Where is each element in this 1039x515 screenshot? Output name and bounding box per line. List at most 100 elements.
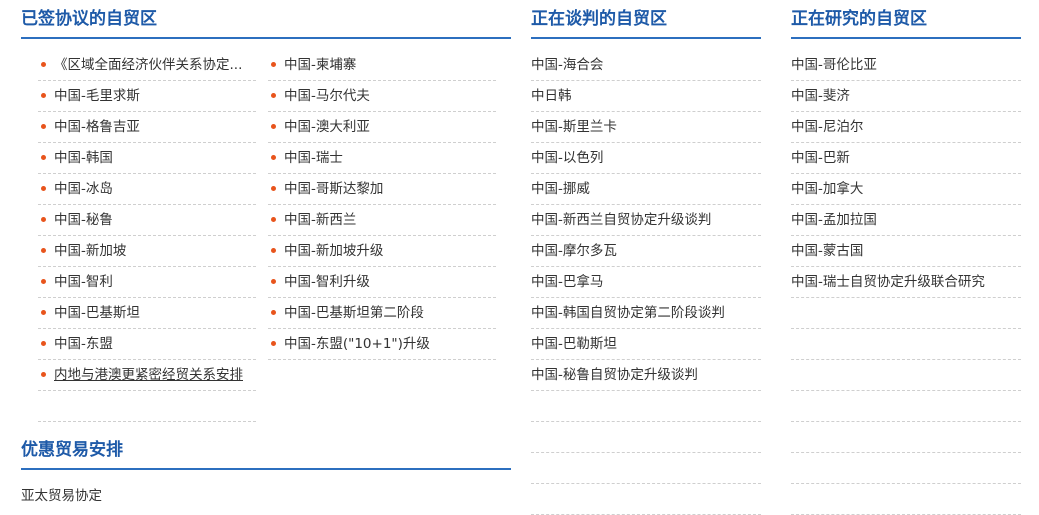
- list-item[interactable]: 中国-新加坡升级: [268, 236, 496, 267]
- list-item-label: 中国-冰岛: [54, 181, 113, 197]
- list-item-label: 中国-东盟("10+1")升级: [284, 336, 430, 352]
- list-item[interactable]: 中国-新西兰: [268, 205, 496, 236]
- list-item[interactable]: 中国-巴拿马: [531, 267, 761, 298]
- list-item[interactable]: 中国-挪威: [531, 174, 761, 205]
- bullet-icon: [41, 62, 46, 67]
- empty-row: [531, 391, 761, 422]
- empty-row: [791, 422, 1021, 453]
- bullet-icon: [271, 279, 276, 284]
- list-item[interactable]: 中国-巴基斯坦第二阶段: [268, 298, 496, 329]
- list-item-label: 《区域全面经济伙伴关系协定...: [54, 57, 243, 73]
- list-item[interactable]: 中国-澳大利亚: [268, 112, 496, 143]
- bullet-icon: [271, 93, 276, 98]
- empty-row: [791, 360, 1021, 391]
- list-item-label: 中国-瑞士: [284, 150, 343, 166]
- list-item[interactable]: 中国-哥斯达黎加: [268, 174, 496, 205]
- bullet-icon: [41, 155, 46, 160]
- list-item-label: 中国-孟加拉国: [791, 212, 877, 228]
- empty-row: [38, 391, 256, 422]
- bullet-icon: [271, 186, 276, 191]
- list-item[interactable]: 中国-巴勒斯坦: [531, 329, 761, 360]
- list-item[interactable]: 中国-智利升级: [268, 267, 496, 298]
- bullet-icon: [41, 124, 46, 129]
- list-item[interactable]: 中国-斐济: [791, 81, 1021, 112]
- list-item[interactable]: 《区域全面经济伙伴关系协定...: [38, 50, 256, 81]
- bullet-icon: [41, 310, 46, 315]
- list-item[interactable]: 中国-巴基斯坦: [38, 298, 256, 329]
- list-item[interactable]: 中国-东盟: [38, 329, 256, 360]
- signed-fta-list-right: 中国-柬埔寨 中国-马尔代夫 中国-澳大利亚 中国-瑞士 中国-哥斯达黎加 中国-新西兰中…: [268, 50, 496, 360]
- bullet-icon: [271, 341, 276, 346]
- list-item[interactable]: 中国-格鲁吉亚: [38, 112, 256, 143]
- list-item[interactable]: 中国-蒙古国: [791, 236, 1021, 267]
- list-item[interactable]: 中国-冰岛: [38, 174, 256, 205]
- signed-fta-underline: [21, 37, 511, 39]
- bullet-icon: [41, 217, 46, 222]
- empty-row: [791, 298, 1021, 329]
- list-item-label: 中国-巴拿马: [531, 274, 604, 290]
- list-item-label: 中国-以色列: [531, 150, 604, 166]
- list-item[interactable]: 中国-东盟("10+1")升级: [268, 329, 496, 360]
- list-item[interactable]: 中国-新加坡: [38, 236, 256, 267]
- list-item[interactable]: 中国-智利: [38, 267, 256, 298]
- list-item-label: 中国-智利: [54, 274, 113, 290]
- negotiating-fta-list: 中国-海合会 中日韩中国-斯里兰卡中国-以色列中国-挪威中国-新西兰自贸协定升级谈…: [531, 50, 761, 515]
- empty-row: [531, 422, 761, 453]
- signed-fta-title: 已签协议的自贸区: [21, 9, 157, 29]
- list-item[interactable]: 中国-瑞士: [268, 143, 496, 174]
- list-item[interactable]: 中国-秘鲁自贸协定升级谈判: [531, 360, 761, 391]
- list-item[interactable]: 中国-秘鲁: [38, 205, 256, 236]
- empty-row: [531, 484, 761, 515]
- signed-fta-list-left: 《区域全面经济伙伴关系协定... 中国-毛里求斯中国-格鲁吉亚 中国-韩国中国-冰岛…: [38, 50, 256, 422]
- list-item-label: 中国-新加坡升级: [284, 243, 384, 259]
- list-item[interactable]: 中国-哥伦比亚: [791, 50, 1021, 81]
- list-item-label: 中国-巴新: [791, 150, 850, 166]
- list-item[interactable]: 中国-巴新: [791, 143, 1021, 174]
- list-item[interactable]: 中日韩: [531, 81, 761, 112]
- researching-fta-title: 正在研究的自贸区: [791, 9, 927, 29]
- bullet-icon: [41, 248, 46, 253]
- list-item[interactable]: 中国-马尔代夫: [268, 81, 496, 112]
- bullet-icon: [271, 310, 276, 315]
- bullet-icon: [41, 186, 46, 191]
- list-item-label: 中国-新西兰自贸协定升级谈判: [531, 212, 712, 228]
- list-item[interactable]: 内地与港澳更紧密经贸关系安排: [38, 360, 256, 391]
- preferential-trade-item[interactable]: 亚太贸易协定: [21, 486, 102, 506]
- list-item[interactable]: 中国-韩国自贸协定第二阶段谈判: [531, 298, 761, 329]
- list-item[interactable]: 中国-以色列: [531, 143, 761, 174]
- bullet-icon: [41, 279, 46, 284]
- list-item-label: 中国-海合会: [531, 57, 604, 73]
- list-item-label: 中国-澳大利亚: [284, 119, 370, 135]
- list-item[interactable]: 中国-斯里兰卡: [531, 112, 761, 143]
- empty-row: [791, 484, 1021, 515]
- list-item-label: 中国-韩国: [54, 150, 113, 166]
- bullet-icon: [41, 372, 46, 377]
- list-item-label: 中国-秘鲁: [54, 212, 113, 228]
- list-item[interactable]: 中国-新西兰自贸协定升级谈判: [531, 205, 761, 236]
- list-item-label: 中国-斐济: [791, 88, 850, 104]
- list-item[interactable]: 中国-加拿大: [791, 174, 1021, 205]
- bullet-icon: [271, 248, 276, 253]
- list-item[interactable]: 中国-尼泊尔: [791, 112, 1021, 143]
- preferential-trade-title: 优惠贸易安排: [21, 440, 123, 460]
- list-item[interactable]: 中国-瑞士自贸协定升级联合研究: [791, 267, 1021, 298]
- list-item-label: 中国-巴基斯坦第二阶段: [284, 305, 424, 321]
- list-item-label: 内地与港澳更紧密经贸关系安排: [54, 367, 243, 383]
- list-item[interactable]: 中国-柬埔寨: [268, 50, 496, 81]
- list-item-label: 中日韩: [531, 88, 572, 104]
- list-item[interactable]: 中国-毛里求斯: [38, 81, 256, 112]
- list-item[interactable]: 中国-孟加拉国: [791, 205, 1021, 236]
- list-item-label: 中国-秘鲁自贸协定升级谈判: [531, 367, 698, 383]
- list-item-label: 中国-哥斯达黎加: [284, 181, 384, 197]
- list-item-label: 中国-哥伦比亚: [791, 57, 877, 73]
- list-item[interactable]: 中国-海合会: [531, 50, 761, 81]
- negotiating-fta-underline: [531, 37, 761, 39]
- empty-row: [531, 453, 761, 484]
- researching-fta-list: 中国-哥伦比亚 中国-斐济中国-尼泊尔中国-巴新中国-加拿大中国-孟加拉国中国-蒙…: [791, 50, 1021, 515]
- list-item-label: 中国-巴勒斯坦: [531, 336, 617, 352]
- list-item-label: 中国-东盟: [54, 336, 113, 352]
- list-item[interactable]: 中国-韩国: [38, 143, 256, 174]
- list-item-label: 中国-格鲁吉亚: [54, 119, 140, 135]
- empty-row: [791, 329, 1021, 360]
- list-item[interactable]: 中国-摩尔多瓦: [531, 236, 761, 267]
